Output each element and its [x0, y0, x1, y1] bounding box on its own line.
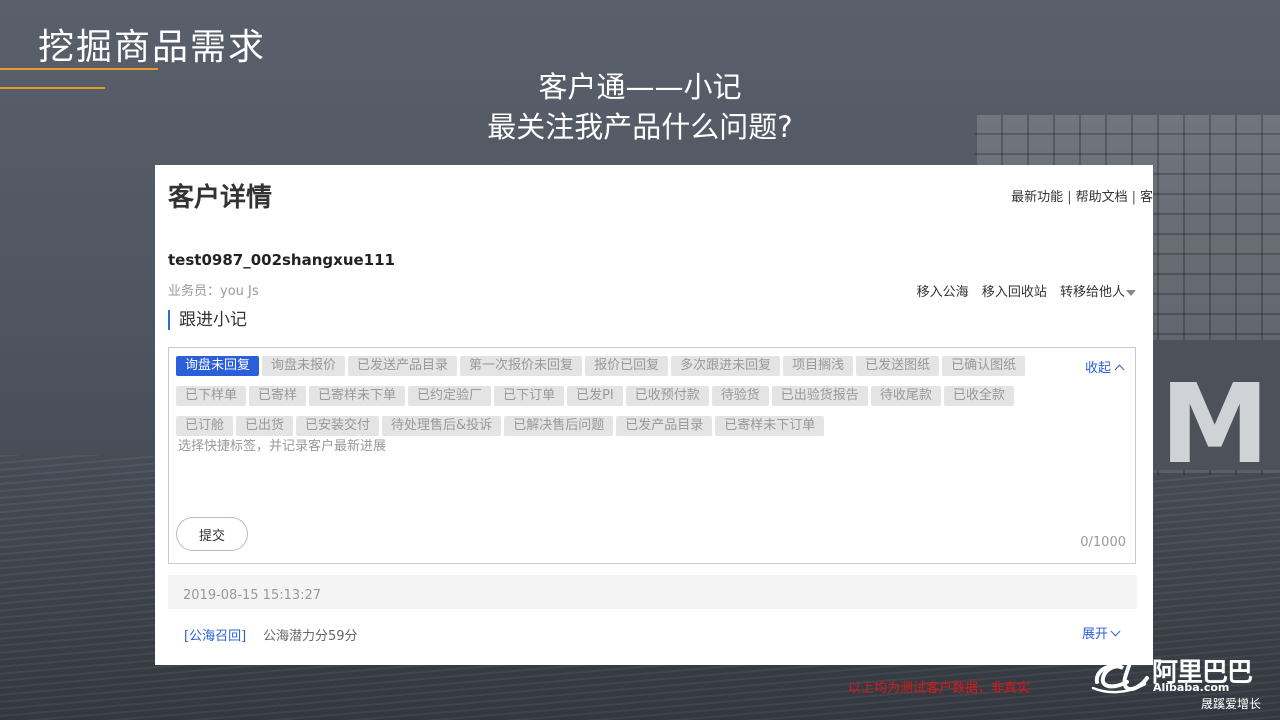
panel-title: 客户详情 [168, 183, 273, 213]
slide-subtitle-1: 客户通——小记 [538, 70, 742, 104]
slogan: 晟蹊爱增长 [1201, 697, 1262, 711]
tag-drawings-confirmed[interactable]: 已确认图纸 [942, 356, 1026, 376]
sales-rep: 业务员：you Js [168, 284, 259, 299]
tag-sample-sent-no-order-2[interactable]: 已寄样未下订单 [715, 416, 825, 436]
tag-pending-inspection[interactable]: 待验货 [711, 386, 769, 406]
customer-actions: 移入公海 移入回收站 转移给他人 [908, 281, 1136, 300]
move-to-recycle-bin-button[interactable]: 移入回收站 [982, 285, 1047, 300]
quick-tags: 询盘未回复 询盘未报价 已发送产品目录 第一次报价未回复 报价已回复 多次跟进未回复 项目搁… [176, 354, 1076, 444]
tag-after-sales-resolved[interactable]: 已解决售后问题 [504, 416, 614, 436]
tag-pi-sent[interactable]: 已发PI [567, 386, 623, 406]
tag-installed-delivered[interactable]: 已安装交付 [296, 416, 380, 436]
logo-english-text: Alibaba.com [1153, 681, 1230, 694]
link-customer-truncated[interactable]: 客 [1140, 190, 1153, 205]
link-help-docs[interactable]: 帮助文档 [1076, 190, 1128, 205]
tag-sample-sent[interactable]: 已寄样 [249, 386, 307, 406]
note-editor: 询盘未回复 询盘未报价 已发送产品目录 第一次报价未回复 报价已回复 多次跟进未回复 项目搁… [168, 347, 1136, 564]
note-input[interactable] [178, 439, 1058, 454]
character-counter: 0/1000 [1080, 535, 1126, 550]
tag-inspection-report-issued[interactable]: 已出验货报告 [771, 386, 868, 406]
link-separator: | [1131, 190, 1136, 205]
alibaba-logo-icon: 阿里巴巴 Alibaba.com [1087, 654, 1257, 698]
move-to-public-sea-button[interactable]: 移入公海 [917, 285, 969, 300]
slide-subtitle-2: 最关注我产品什么问题? [487, 110, 793, 144]
tag-multiple-followups-unreplied[interactable]: 多次跟进未回复 [671, 356, 781, 376]
record-tag-link[interactable]: [公海召回] [184, 625, 246, 644]
link-latest-features[interactable]: 最新功能 [1011, 190, 1063, 205]
tag-catalog-sent[interactable]: 已发送产品目录 [348, 356, 458, 376]
caret-down-icon [1126, 289, 1136, 296]
collapse-label: 收起 [1084, 361, 1111, 376]
tag-factory-audit-scheduled[interactable]: 已约定验厂 [408, 386, 492, 406]
record-timestamp: 2019-08-15 15:13:27 [183, 588, 322, 603]
section-title-follow-up-notes: 跟进小记 [168, 310, 247, 330]
tag-project-stalled[interactable]: 项目搁浅 [783, 356, 854, 376]
chevron-down-icon [1110, 626, 1121, 637]
record-card: [公海召回] 公海潜力分59分 展开 [168, 609, 1137, 665]
tag-quote-replied[interactable]: 报价已回复 [585, 356, 669, 376]
transfer-label: 转移给他人 [1059, 285, 1125, 300]
tag-order-placed[interactable]: 已下订单 [494, 386, 565, 406]
record-text: 公海潜力分59分 [263, 629, 358, 644]
collapse-tags-button[interactable]: 收起 [1084, 357, 1125, 376]
tag-shipped[interactable]: 已出货 [236, 416, 294, 436]
tag-product-catalog-sent[interactable]: 已发产品目录 [616, 416, 713, 436]
tag-sample-ordered[interactable]: 已下样单 [176, 386, 247, 406]
tag-first-quote-unreplied[interactable]: 第一次报价未回复 [460, 356, 583, 376]
tag-sample-sent-no-order[interactable]: 已寄样未下单 [309, 386, 406, 406]
top-links: 最新功能 | 帮助文档 | 客 [1011, 186, 1153, 205]
background-hull-letter: M [1160, 360, 1269, 488]
tag-inquiry-unquoted[interactable]: 询盘未报价 [262, 356, 346, 376]
test-data-disclaimer: 以上均为测试客户数据，非真实 [848, 681, 1031, 696]
expand-record-button[interactable]: 展开 [1081, 623, 1121, 642]
link-separator: | [1067, 190, 1072, 205]
tag-prepayment-received[interactable]: 已收预付款 [625, 386, 709, 406]
tag-space-booked[interactable]: 已订舱 [176, 416, 234, 436]
customer-name: test0987_002shangxue111 [168, 251, 395, 269]
slide-title: 挖掘商品需求 [38, 27, 267, 68]
customer-detail-panel: 客户详情 最新功能 | 帮助文档 | 客 test0987_002shangxue111… [155, 165, 1153, 665]
tag-full-payment-received[interactable]: 已收全款 [943, 386, 1014, 406]
transfer-to-others-dropdown[interactable]: 转移给他人 [1060, 285, 1136, 300]
expand-label: 展开 [1081, 627, 1108, 642]
chevron-up-icon [1114, 364, 1125, 375]
tag-inquiry-unreplied[interactable]: 询盘未回复 [176, 356, 260, 376]
tag-drawings-sent[interactable]: 已发送图纸 [856, 356, 940, 376]
tag-after-sales-pending[interactable]: 待处理售后&投诉 [382, 416, 502, 436]
submit-button[interactable]: 提交 [176, 517, 248, 551]
alibaba-smile-icon [1091, 658, 1149, 694]
note-history: 2019-08-15 15:13:27 [公海召回] 公海潜力分59分 展开 [168, 575, 1137, 665]
tag-balance-pending[interactable]: 待收尾款 [870, 386, 941, 406]
